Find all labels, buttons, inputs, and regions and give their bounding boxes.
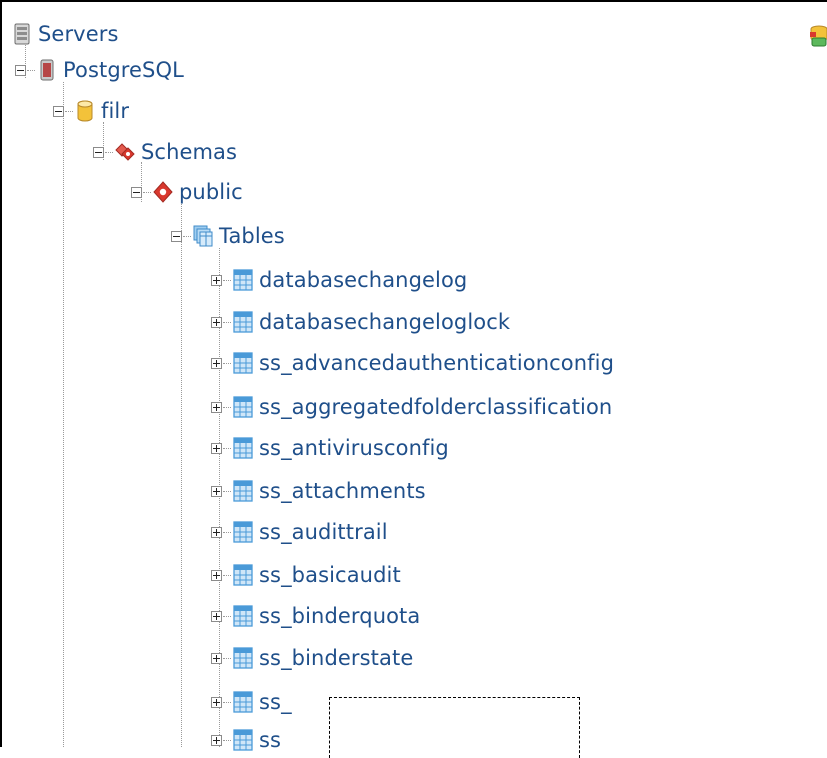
- tree-connector: [223, 490, 231, 492]
- tree-connector: [143, 191, 151, 193]
- tree-node-label: Schemas: [141, 140, 238, 164]
- table-icon: [233, 647, 253, 669]
- tree-connector: [223, 362, 231, 364]
- tree-connector: [223, 406, 231, 408]
- table-icon: [233, 564, 253, 586]
- collapse-toggle[interactable]: [15, 64, 26, 76]
- tree-node-table[interactable]: ss_binderstate: [211, 640, 413, 676]
- expand-toggle[interactable]: [211, 316, 222, 328]
- expand-toggle[interactable]: [211, 274, 222, 286]
- tree-node-label: ss_audittrail: [259, 520, 388, 544]
- table-icon: [233, 269, 253, 291]
- expand-toggle[interactable]: [211, 610, 222, 622]
- tree-connector: [183, 235, 191, 237]
- servers-icon: [14, 23, 30, 45]
- tree-node-label: databasechangeloglock: [259, 310, 511, 334]
- expand-toggle[interactable]: [211, 485, 222, 497]
- expand-toggle[interactable]: [211, 734, 222, 746]
- tree-guide-line: [181, 204, 182, 747]
- table-icon: [233, 480, 253, 502]
- tree-connector: [223, 657, 231, 659]
- tree-node-label: Servers: [38, 22, 119, 46]
- tree-node-label: public: [179, 180, 243, 204]
- tree-node-table[interactable]: ss_advancedauthenticationconfig: [211, 345, 614, 381]
- tree-node-label: filr: [101, 99, 130, 123]
- table-icon: [233, 729, 253, 751]
- tree-node-label: ss: [259, 728, 282, 752]
- tree-node-label: ss_: [259, 690, 292, 714]
- tree-node-servers[interactable]: Servers: [12, 16, 119, 52]
- tree-connector: [105, 151, 113, 153]
- tree-connector: [223, 279, 231, 281]
- collapse-toggle[interactable]: [53, 105, 64, 117]
- window-left-border: [0, 0, 2, 747]
- connect-icon[interactable]: [809, 24, 827, 48]
- redaction-box: [329, 697, 580, 758]
- tree-node-label: ss_basicaudit: [259, 563, 401, 587]
- expand-toggle[interactable]: [211, 401, 222, 413]
- tree-node-postgresql[interactable]: PostgreSQL: [15, 52, 184, 88]
- tree-node-table[interactable]: databasechangelog: [211, 262, 467, 298]
- table-icon: [233, 521, 253, 543]
- tree-node-table[interactable]: ss: [211, 722, 281, 758]
- expand-toggle[interactable]: [211, 569, 222, 581]
- expand-toggle[interactable]: [211, 442, 222, 454]
- tree-node-label: PostgreSQL: [63, 58, 184, 82]
- tree-node-table[interactable]: ss_aggregatedfolderclassification: [211, 389, 612, 425]
- window-top-border: [0, 0, 827, 2]
- tree-node-label: ss_attachments: [259, 479, 426, 503]
- collapse-toggle[interactable]: [171, 230, 182, 242]
- tree-connector: [223, 447, 231, 449]
- tree-connector: [223, 531, 231, 533]
- tree-node-label: ss_antivirusconfig: [259, 436, 449, 460]
- tree-node-table[interactable]: ss_binderquota: [211, 598, 420, 634]
- tree-connector: [223, 574, 231, 576]
- tree-guide-line: [63, 82, 64, 747]
- table-icon: [233, 691, 253, 713]
- tree-node-label: ss_binderquota: [259, 604, 421, 628]
- tree-node-label: ss_binderstate: [259, 646, 414, 670]
- tree-node-table[interactable]: ss_antivirusconfig: [211, 430, 449, 466]
- tree-node-label: Tables: [219, 224, 285, 248]
- collapse-toggle[interactable]: [93, 146, 104, 158]
- schema-icon: [153, 181, 173, 203]
- tree-connector: [223, 701, 231, 703]
- tree-node-label: ss_advancedauthenticationconfig: [259, 351, 615, 375]
- expand-toggle[interactable]: [211, 526, 222, 538]
- table-icon: [233, 605, 253, 627]
- schemas-icon: [115, 143, 135, 161]
- tree-node-table[interactable]: ss_audittrail: [211, 514, 388, 550]
- tree-connector: [223, 321, 231, 323]
- table-icon: [233, 311, 253, 333]
- tables-icon: [193, 225, 213, 247]
- tree-node-table[interactable]: databasechangeloglock: [211, 304, 510, 340]
- tree-node-table[interactable]: ss_basicaudit: [211, 557, 401, 593]
- tree-connector: [223, 615, 231, 617]
- tree-node-database-filr[interactable]: filr: [53, 93, 129, 129]
- expand-toggle[interactable]: [211, 357, 222, 369]
- postgres-server-icon: [40, 59, 54, 81]
- table-icon: [233, 396, 253, 418]
- tree-connector: [65, 110, 73, 112]
- tree-connector: [223, 739, 231, 741]
- tree-node-table[interactable]: ss_: [211, 684, 292, 720]
- table-icon: [233, 352, 253, 374]
- expand-toggle[interactable]: [211, 696, 222, 708]
- table-icon: [233, 437, 253, 459]
- tree-node-tables[interactable]: Tables: [171, 218, 285, 254]
- expand-toggle[interactable]: [211, 652, 222, 664]
- tree-connector: [27, 69, 35, 71]
- database-icon: [77, 100, 93, 122]
- tree-node-label: databasechangelog: [259, 268, 468, 292]
- tree-node-schemas[interactable]: Schemas: [93, 134, 237, 170]
- tree-node-label: ss_aggregatedfolderclassification: [259, 395, 613, 419]
- collapse-toggle[interactable]: [131, 186, 142, 198]
- tree-node-schema-public[interactable]: public: [131, 174, 243, 210]
- tree-node-table[interactable]: ss_attachments: [211, 473, 426, 509]
